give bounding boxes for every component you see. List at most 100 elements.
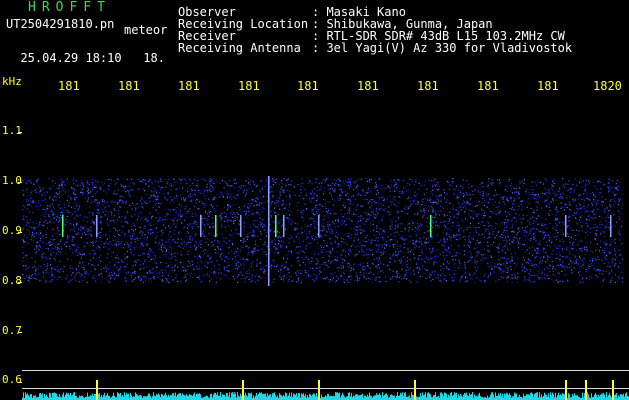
noise-dot bbox=[421, 201, 423, 203]
noise-dot bbox=[180, 254, 182, 256]
noise-dot bbox=[203, 236, 205, 238]
noise-dot bbox=[475, 231, 478, 233]
noise-dot bbox=[448, 262, 450, 264]
noise-dot bbox=[368, 239, 370, 241]
noise-dot bbox=[181, 178, 183, 180]
noise-dot bbox=[344, 206, 346, 208]
noise-dot bbox=[614, 254, 616, 256]
noise-dot bbox=[159, 188, 161, 190]
noise-dot bbox=[111, 252, 113, 254]
noise-dot bbox=[417, 271, 419, 273]
noise-dot bbox=[162, 243, 164, 245]
noise-dot bbox=[34, 228, 36, 230]
noise-dot bbox=[156, 266, 158, 268]
noise-dot bbox=[346, 218, 348, 220]
noise-dot bbox=[451, 181, 453, 183]
noise-dot bbox=[403, 208, 406, 210]
noise-dot bbox=[150, 258, 152, 260]
noise-dot bbox=[100, 282, 102, 284]
noise-dot bbox=[113, 272, 115, 274]
noise-dot bbox=[378, 196, 380, 198]
noise-dot bbox=[597, 276, 599, 278]
noise-dot bbox=[221, 180, 223, 182]
noise-dot bbox=[165, 262, 167, 264]
noise-dot bbox=[418, 188, 420, 190]
noise-dot bbox=[221, 224, 223, 226]
noise-dot bbox=[43, 225, 45, 227]
noise-dot bbox=[576, 223, 578, 225]
noise-dot bbox=[133, 183, 135, 185]
noise-dot bbox=[343, 249, 345, 251]
noise-dot bbox=[353, 213, 355, 215]
noise-dot bbox=[172, 278, 174, 281]
noise-dot bbox=[355, 246, 357, 248]
noise-dot bbox=[510, 274, 512, 276]
noise-dot bbox=[156, 235, 158, 237]
noise-dot bbox=[312, 191, 314, 193]
noise-dot bbox=[434, 216, 436, 218]
noise-dot bbox=[527, 198, 529, 200]
noise-dot bbox=[310, 267, 312, 269]
noise-dot bbox=[108, 205, 110, 207]
noise-dot bbox=[589, 232, 591, 234]
noise-dot bbox=[355, 214, 357, 216]
noise-dot bbox=[124, 217, 126, 219]
noise-dot bbox=[488, 180, 490, 182]
noise-dot bbox=[323, 268, 326, 270]
noise-dot bbox=[591, 262, 593, 264]
noise-dot bbox=[364, 235, 366, 237]
noise-dot bbox=[150, 251, 152, 253]
noise-dot bbox=[186, 216, 188, 218]
noise-dot bbox=[58, 187, 60, 189]
noise-dot bbox=[81, 227, 83, 230]
noise-dot bbox=[505, 226, 508, 228]
noise-dot bbox=[79, 229, 81, 231]
noise-dot bbox=[83, 242, 85, 244]
noise-dot bbox=[551, 201, 553, 203]
noise-dot bbox=[304, 223, 306, 225]
noise-dot bbox=[23, 224, 25, 226]
noise-dot bbox=[460, 228, 462, 230]
noise-dot bbox=[585, 227, 587, 229]
noise-dot bbox=[130, 237, 132, 239]
noise-dot bbox=[578, 271, 580, 273]
noise-dot bbox=[392, 253, 394, 255]
noise-dot bbox=[601, 201, 603, 204]
noise-dot bbox=[603, 211, 605, 213]
noise-dot bbox=[26, 199, 28, 201]
noise-dot bbox=[521, 269, 523, 271]
noise-dot bbox=[614, 242, 616, 244]
noise-dot bbox=[114, 239, 116, 241]
noise-dot bbox=[512, 203, 514, 205]
noise-dot bbox=[185, 205, 187, 207]
noise-dot bbox=[503, 235, 505, 237]
noise-dot bbox=[474, 261, 476, 263]
noise-dot bbox=[426, 211, 428, 213]
noise-dot bbox=[354, 254, 356, 256]
noise-dot bbox=[280, 188, 282, 190]
noise-dot bbox=[215, 210, 217, 212]
noise-dot bbox=[564, 256, 566, 258]
noise-dot bbox=[288, 275, 290, 278]
noise-dot bbox=[59, 197, 61, 199]
noise-dot bbox=[555, 253, 557, 256]
noise-dot bbox=[133, 272, 135, 274]
noise-dot bbox=[256, 259, 258, 261]
noise-dot bbox=[51, 243, 53, 245]
noise-dot bbox=[128, 193, 130, 195]
noise-dot bbox=[86, 221, 89, 223]
noise-dot bbox=[107, 275, 109, 277]
noise-dot bbox=[586, 241, 588, 243]
noise-dot bbox=[489, 199, 491, 201]
noise-dot bbox=[68, 205, 70, 207]
noise-dot bbox=[159, 178, 162, 180]
noise-dot bbox=[152, 272, 154, 274]
noise-dot bbox=[51, 203, 53, 205]
noise-dot bbox=[277, 221, 279, 223]
noise-dot bbox=[525, 187, 527, 190]
noise-dot bbox=[54, 248, 56, 250]
noise-dot bbox=[421, 253, 424, 255]
noise-dot bbox=[212, 182, 214, 184]
noise-dot bbox=[506, 190, 508, 193]
noise-dot bbox=[539, 276, 541, 279]
